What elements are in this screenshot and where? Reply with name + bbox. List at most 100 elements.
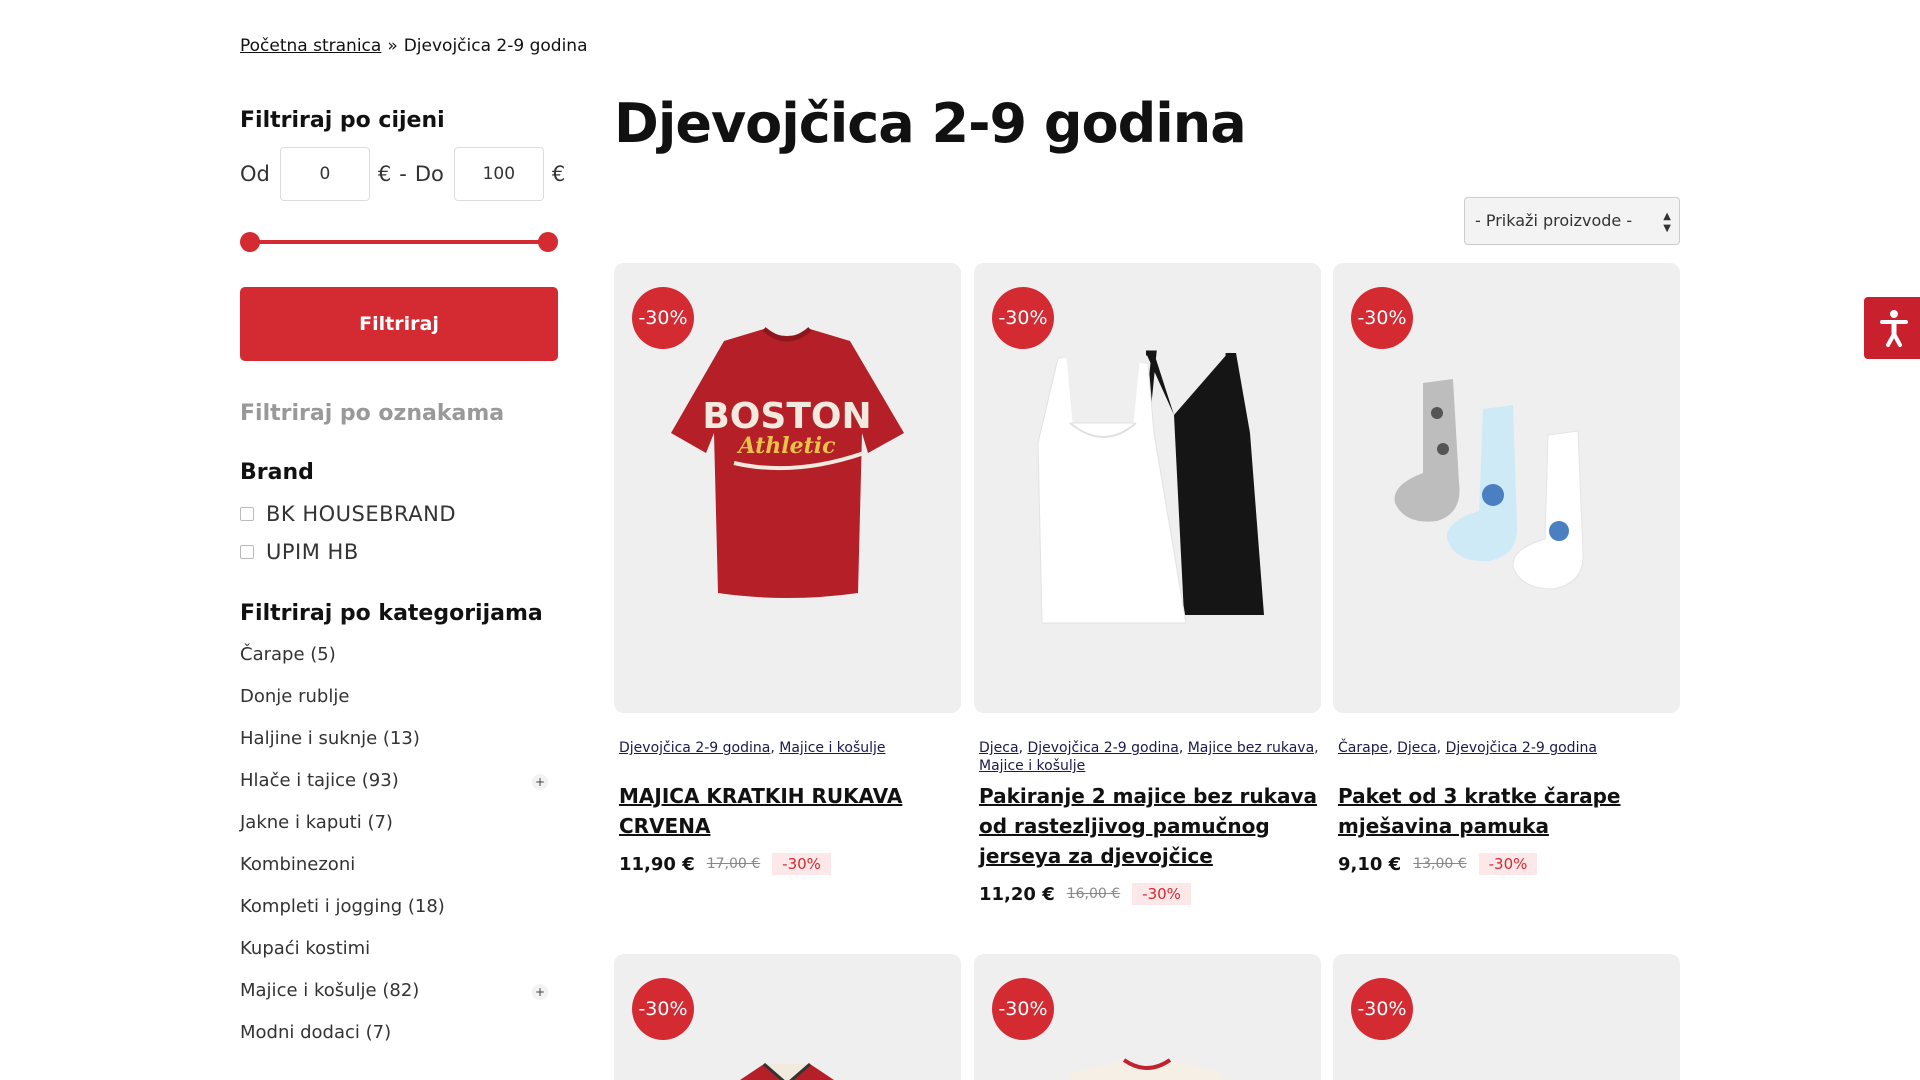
brand-option-label: BK HOUSEBRAND: [266, 502, 457, 526]
breadcrumb-current: Djevojčica 2-9 godina: [403, 36, 588, 56]
tags-filter-title: Filtriraj po oznakama: [240, 401, 505, 426]
product-card: -30%: [974, 954, 1321, 1080]
currency-symbol: €: [377, 162, 392, 186]
old-price: 16,00 €: [1066, 886, 1121, 902]
product-category-link[interactable]: Djeca: [1397, 740, 1437, 756]
striped-top-image: [1069, 1058, 1225, 1080]
price-to-label: Do: [414, 162, 444, 186]
discount-label: -30%: [1478, 853, 1538, 875]
product-category-link[interactable]: Djeca: [979, 740, 1019, 756]
discount-badge: -30%: [1351, 978, 1413, 1040]
discount-label: -30%: [1132, 883, 1191, 905]
old-price: 17,00 €: [706, 856, 761, 872]
product-category-link[interactable]: Djevojčica 2-9 godina: [619, 740, 770, 756]
category-item-label: Modni dodaci (7): [240, 1022, 392, 1043]
old-price: 13,00 €: [1413, 856, 1467, 872]
product-category-link[interactable]: Majice i košulje: [979, 758, 1085, 774]
category-item[interactable]: Kompleti i jogging (18): [240, 886, 558, 928]
product-categories: Djevojčica 2-9 godina, Majice i košulje: [619, 740, 886, 756]
product-price: 11,90 € 17,00 € -30%: [614, 853, 961, 875]
price-slider[interactable]: [240, 231, 558, 253]
brand-option-label: UPIM HB: [266, 540, 359, 564]
currency-symbol: €: [551, 162, 566, 186]
category-item-label: Donje rublje: [240, 686, 350, 707]
product-image[interactable]: -30%: [614, 954, 961, 1080]
price-slider-min-handle[interactable]: [240, 232, 260, 252]
category-item[interactable]: Modni dodaci (7): [240, 1012, 558, 1054]
select-arrows-icon: ▲ ▼: [1663, 211, 1671, 234]
category-item[interactable]: Majice i košulje (82) +: [240, 970, 558, 1012]
category-item[interactable]: Donje rublje: [240, 676, 558, 718]
product-image[interactable]: -30% BOSTON Athletic: [614, 263, 961, 713]
product-name-link[interactable]: Paket od 3 kratke čarape mješavina pamuk…: [1333, 781, 1680, 841]
brand-list: BK HOUSEBRAND UPIM HB: [240, 495, 558, 571]
product-category-link[interactable]: Djevojčica 2-9 godina: [1446, 740, 1597, 756]
brand-option[interactable]: BK HOUSEBRAND: [240, 495, 558, 533]
product-name-link[interactable]: Pakiranje 2 majice bez rukava od rastezl…: [974, 781, 1321, 871]
product-name-link[interactable]: MAJICA KRATKIH RUKAVA CRVENA: [614, 781, 961, 841]
breadcrumb: Početna stranica » Djevojčica 2-9 godina: [240, 36, 587, 56]
category-item-label: Kompleti i jogging (18): [240, 896, 445, 917]
category-item[interactable]: Kombinezoni: [240, 844, 558, 886]
category-item-label: Jakne i kaputi (7): [240, 812, 393, 833]
tshirt-print-line2: Athletic: [736, 433, 836, 459]
category-item-label: Majice i košulje (82): [240, 980, 420, 1001]
price-slider-max-handle[interactable]: [538, 232, 558, 252]
filter-button[interactable]: Filtriraj: [240, 287, 558, 361]
product-image[interactable]: -30%: [1333, 954, 1680, 1080]
brand-checkbox[interactable]: [240, 507, 254, 521]
category-item-label: Haljine i suknje (13): [240, 728, 420, 749]
price-max-input[interactable]: [453, 147, 544, 201]
price-filter-title: Filtriraj po cijeni: [240, 108, 445, 133]
socks-image: [1394, 379, 1584, 590]
category-item[interactable]: Čarape (5): [240, 634, 558, 676]
category-item[interactable]: Haljine i suknje (13): [240, 718, 558, 760]
expand-plus-icon[interactable]: +: [532, 774, 548, 790]
breadcrumb-home-link[interactable]: Početna stranica: [240, 36, 381, 56]
product-card: -30%: [614, 954, 961, 1080]
brand-checkbox[interactable]: [240, 545, 254, 559]
brand-option[interactable]: UPIM HB: [240, 533, 558, 571]
price-from-label: Od: [240, 162, 270, 186]
category-filter-title: Filtriraj po kategorijama: [240, 601, 543, 626]
category-item[interactable]: Kupaći kostimi: [240, 928, 558, 970]
shop-page: Početna stranica» Djevojčica 2-9 godina F…: [0, 0, 1920, 1080]
product-card: -30% BOSTON Athletic Djevojčica 2-9 godi…: [614, 263, 961, 875]
discount-label: -30%: [772, 853, 831, 875]
tshirt-print-line1: BOSTON: [702, 396, 871, 437]
category-list: Čarape (5) Donje rublje Haljine i suknje…: [240, 634, 558, 1054]
sort-select-value: - Prikaži proizvode -: [1475, 211, 1633, 230]
product-category-link[interactable]: Majice i košulje: [779, 740, 885, 756]
polo-shirt-image: [740, 1062, 834, 1080]
product-image[interactable]: -30%: [1333, 263, 1680, 713]
price-slider-track: [250, 240, 548, 244]
breadcrumb-separator: »: [387, 36, 398, 56]
accessibility-icon: [1880, 310, 1908, 347]
product-category-link[interactable]: Majice bez rukava: [1188, 740, 1314, 756]
accessibility-button[interactable]: [1864, 297, 1920, 359]
product-card: -30% Čarape, Djeca, Djevojčica 2-9 godin…: [1333, 263, 1680, 875]
product-category-link[interactable]: Čarape: [1338, 740, 1388, 756]
product-image[interactable]: -30%: [974, 954, 1321, 1080]
category-item[interactable]: Jakne i kaputi (7): [240, 802, 558, 844]
current-price: 11,20 €: [979, 883, 1055, 905]
expand-plus-icon[interactable]: +: [532, 984, 548, 1000]
category-item-label: Čarape (5): [240, 644, 336, 665]
product-image[interactable]: -30%: [974, 263, 1321, 713]
product-category-link[interactable]: Djevojčica 2-9 godina: [1027, 740, 1178, 756]
product-price: 9,10 € 13,00 € -30%: [1333, 853, 1680, 875]
category-item-label: Kupaći kostimi: [240, 938, 371, 959]
category-item-label: Kombinezoni: [240, 854, 356, 875]
red-tshirt-image: BOSTON Athletic: [671, 327, 904, 598]
product-categories: Djeca, Djevojčica 2-9 godina, Majice bez…: [979, 740, 1319, 774]
page-title: Djevojčica 2-9 godina: [614, 92, 1247, 155]
price-min-input[interactable]: [279, 147, 370, 201]
price-range-row: Od € - Do €: [240, 147, 565, 201]
filter-sidebar: Filtriraj po cijeni Od € - Do € Filtrira…: [240, 108, 565, 1054]
current-price: 11,90 €: [619, 853, 695, 875]
current-price: 9,10 €: [1338, 853, 1402, 875]
category-item[interactable]: Hlače i tajice (93) +: [240, 760, 558, 802]
brand-filter-title: Brand: [240, 460, 314, 485]
product-sort-select[interactable]: - Prikaži proizvode - ▲ ▼: [1464, 197, 1680, 245]
tank-tops-image: [1037, 350, 1264, 624]
